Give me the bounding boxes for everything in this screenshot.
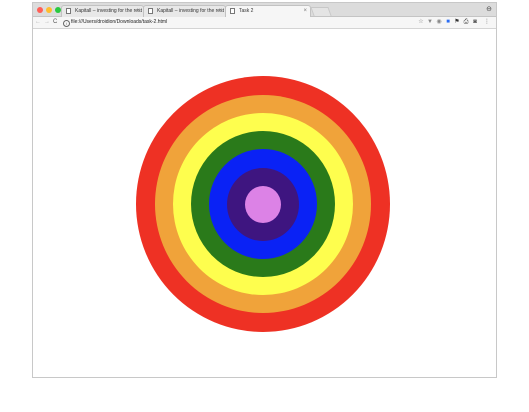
print-icon[interactable]: ⎙ bbox=[463, 19, 469, 26]
minimize-window-button[interactable] bbox=[46, 7, 52, 13]
tab-close-icon[interactable]: × bbox=[303, 6, 307, 17]
tab-task-2[interactable]: Task 2 × bbox=[225, 5, 311, 17]
new-tab-button[interactable] bbox=[310, 7, 332, 16]
tab-close-icon[interactable]: × bbox=[218, 6, 222, 17]
pin-extension-icon[interactable]: ⚑ bbox=[454, 19, 460, 26]
tab-strip: Kapitall – investing for the rest × Kapi… bbox=[33, 3, 496, 17]
tab-title: Task 2 bbox=[239, 8, 254, 14]
eye-icon[interactable]: ◉ bbox=[436, 19, 442, 26]
star-icon[interactable]: ☆ bbox=[418, 19, 424, 26]
document-icon bbox=[148, 8, 153, 14]
page-content bbox=[33, 29, 496, 377]
tab-title: Kapitall – investing for the rest bbox=[75, 8, 142, 14]
tab-kapitall-1[interactable]: Kapitall – investing for the rest × bbox=[61, 5, 144, 17]
info-icon[interactable]: i bbox=[63, 20, 70, 27]
browser-toolbar: ← → C i file:///Users/droidion/Downloads… bbox=[33, 17, 496, 29]
back-button[interactable]: ← bbox=[35, 17, 41, 28]
browser-window: Kapitall – investing for the rest × Kapi… bbox=[32, 2, 497, 378]
tab-title: Kapitall – investing for the rest bbox=[157, 8, 224, 14]
tab-kapitall-2[interactable]: Kapitall – investing for the rest × bbox=[143, 5, 226, 17]
tab-close-icon[interactable]: × bbox=[136, 6, 140, 17]
reload-button[interactable]: C bbox=[53, 17, 57, 28]
camera-icon[interactable]: ◙ bbox=[472, 19, 478, 26]
document-icon bbox=[66, 8, 71, 14]
address-bar[interactable]: file:///Users/droidion/Downloads/task-2.… bbox=[71, 17, 167, 28]
filter-icon[interactable]: ▼ bbox=[427, 19, 433, 26]
menu-icon[interactable]: ⋮ bbox=[484, 19, 490, 26]
forward-button[interactable]: → bbox=[44, 17, 50, 28]
blue-extension-icon[interactable]: ■ bbox=[445, 19, 451, 26]
profile-icon[interactable]: ⊖ bbox=[486, 5, 492, 14]
target-center-pink bbox=[245, 186, 281, 223]
close-window-button[interactable] bbox=[37, 7, 43, 13]
document-icon bbox=[230, 8, 235, 14]
